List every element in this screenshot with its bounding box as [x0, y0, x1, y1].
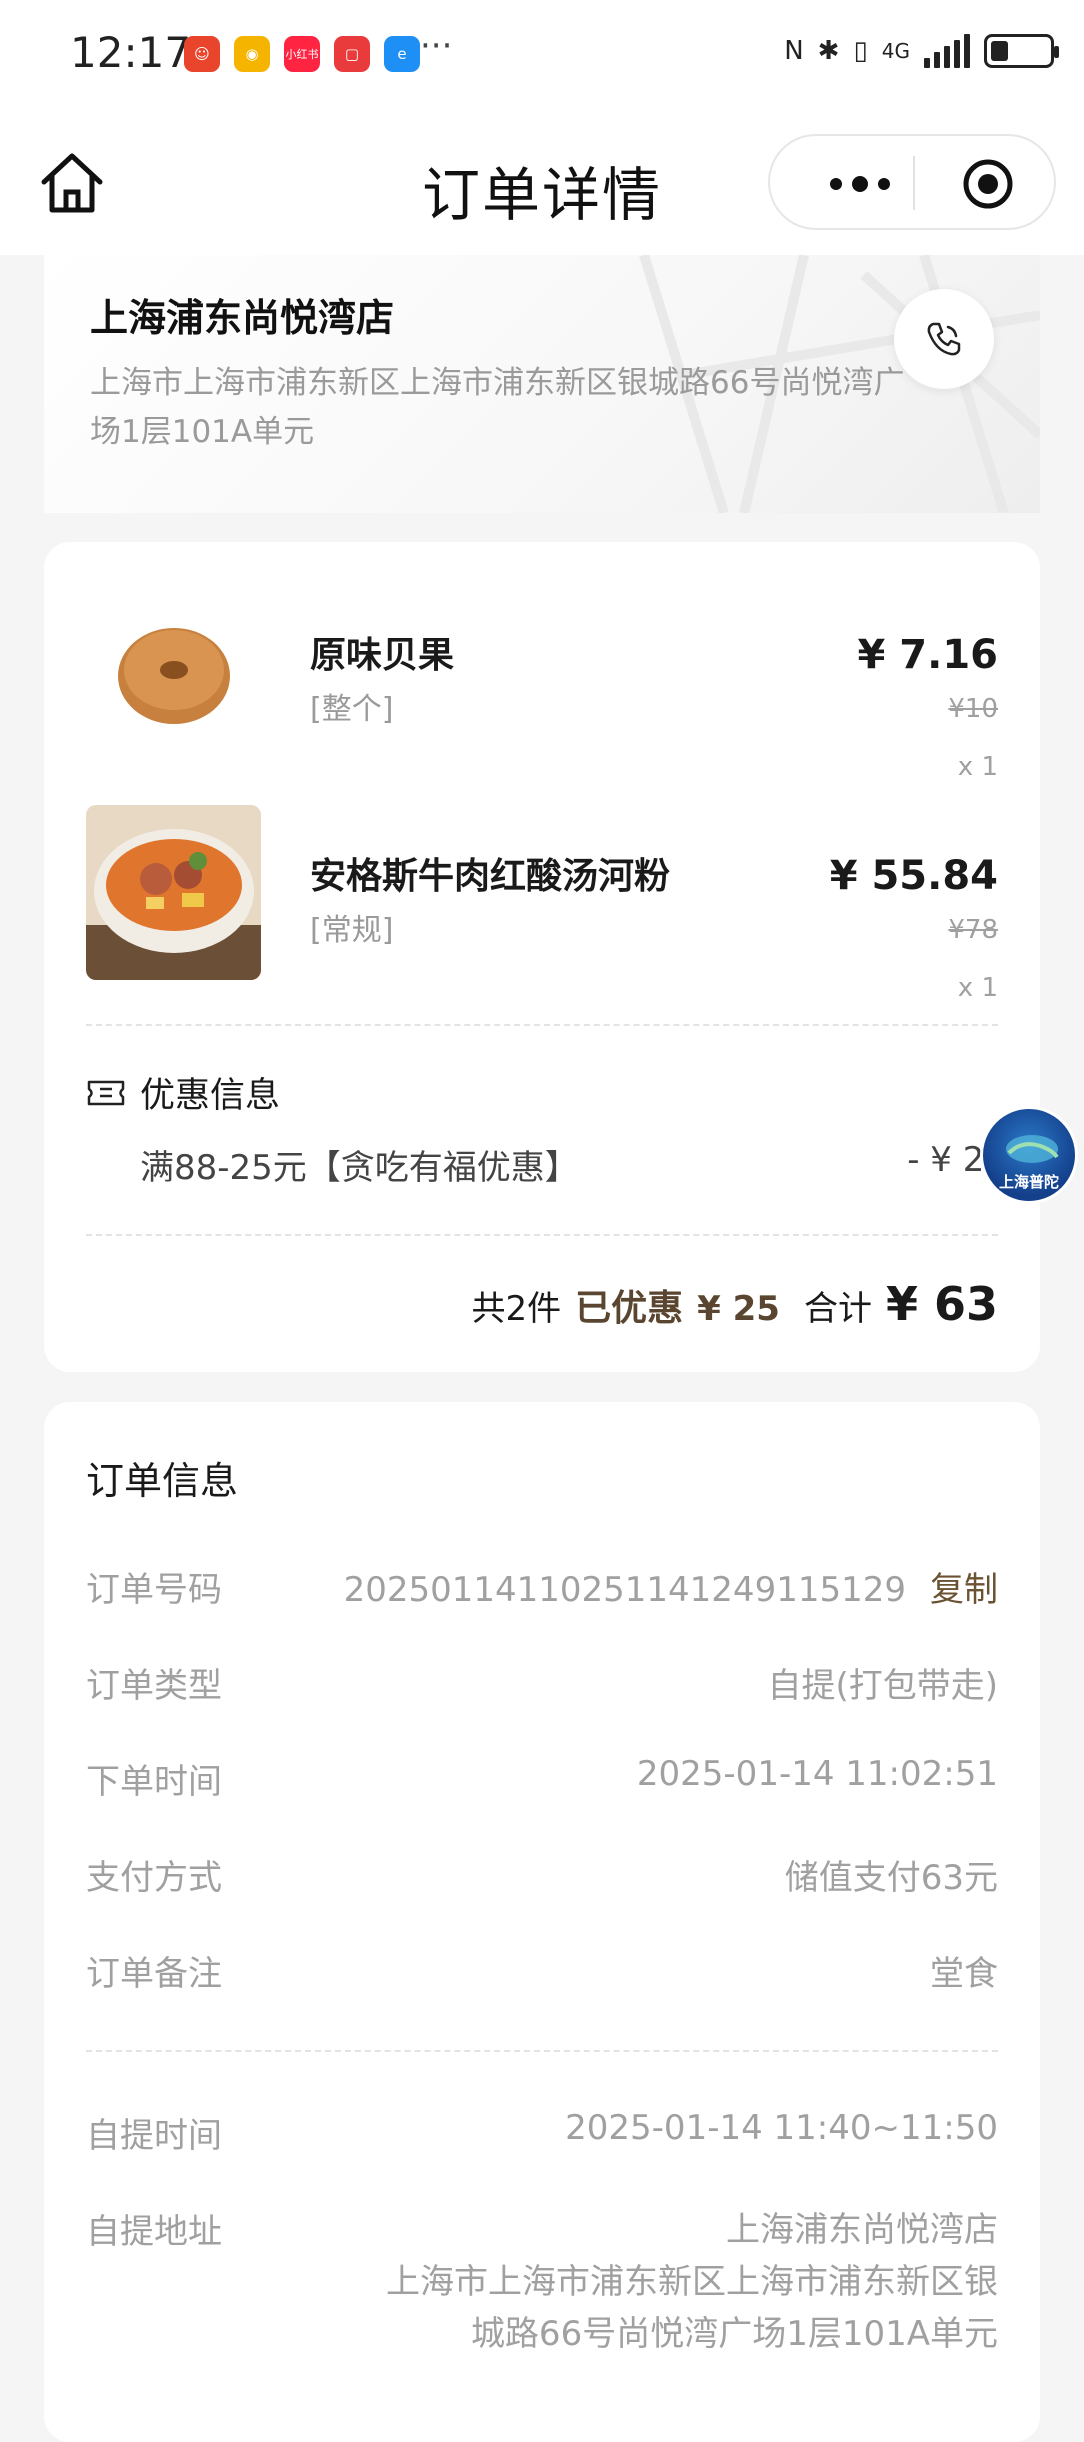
info-label: 自提地址 [86, 2212, 222, 2252]
status-time: 12:17 [70, 28, 192, 77]
item-name: 安格斯牛肉红酸汤河粉 [310, 856, 671, 897]
xiaohongshu-icon: 小红书 [284, 36, 320, 72]
order-item: 原味贝果 [整个] ¥ 7.16 ¥10 x 1 [44, 584, 1040, 784]
pickup-address: 上海浦东尚悦湾店 上海市上海市浦东新区上海市浦东新区银 城路66号尚悦湾广场1层… [298, 2204, 998, 2360]
store-address: 上海市上海市浦东新区上海市浦东新区银城路66号尚悦湾广场1层101A单元 [90, 365, 905, 450]
info-label: 订单号码 [86, 1570, 222, 1610]
info-label: 订单备注 [86, 1954, 222, 1994]
weibo-icon: ◉ [234, 36, 270, 72]
divider [86, 1234, 998, 1236]
pickup-address-line: 上海市上海市浦东新区上海市浦东新区银 [386, 2262, 998, 2302]
copy-button[interactable]: 复制 [930, 1570, 998, 1610]
order-number: 2025011411025114124911512​9 [343, 1570, 906, 1610]
nav-bar: 订单详情 [0, 110, 1084, 255]
item-price: ¥ 55.84 [829, 853, 998, 899]
info-value: 2025-01-14 11:40~11:50 [565, 2108, 998, 2148]
status-right-icons: N ✱ ▯ 4G [784, 34, 1059, 68]
info-value: 堂食 [930, 1954, 998, 1994]
status-app-icons: ☺ ◉ 小红书 ▢ e [184, 36, 420, 72]
phone-icon [927, 322, 961, 356]
info-label: 订单类型 [86, 1666, 222, 1706]
divider [86, 2050, 998, 2052]
info-row-order-type: 订单类型 自提(打包带走) [86, 1658, 998, 1718]
pickup-store-name: 上海浦东尚悦湾店 [726, 2210, 998, 2250]
item-name: 原味贝果 [310, 635, 455, 676]
total-label: 合计 [803, 1289, 872, 1329]
item-count: 共2件 [471, 1289, 562, 1329]
item-spec: [常规] [310, 913, 394, 948]
red-square-app-icon: ▢ [334, 36, 370, 72]
floating-badge[interactable]: 上海普陀 [980, 1106, 1078, 1204]
saved-label: 已优惠 [575, 1288, 684, 1329]
info-row-pickup-time: 自提时间 2025-01-14 11:40~11:50 [86, 2108, 998, 2168]
info-value: 自提(打包带走) [767, 1666, 998, 1706]
capsule-divider [913, 156, 915, 210]
more-dots-icon[interactable] [810, 164, 910, 204]
noodle-bowl-image [86, 805, 261, 980]
bagel-image [86, 584, 261, 759]
vibrate-icon: ▯ [853, 36, 868, 66]
eleme-icon: e [384, 36, 420, 72]
item-original-price: ¥10 [948, 694, 998, 724]
status-bar: 12:17 ☺ ◉ 小红书 ▢ e ··· N ✱ ▯ 4G [0, 0, 1084, 110]
promo-title-text: 优惠信息 [140, 1076, 281, 1116]
network-type: 4G [881, 39, 910, 63]
app-icon-red-cartoon: ☺ [184, 36, 220, 72]
item-price: ¥ 7.16 [857, 632, 998, 678]
total-value: ¥ 63 [885, 1277, 998, 1331]
bluetooth-icon: ✱ [817, 36, 840, 66]
nfc-icon: N [784, 36, 804, 66]
divider [86, 1024, 998, 1026]
order-info-card: 订单信息 订单号码 2025011411025114124911512​9 复制 … [44, 1402, 1040, 2442]
target-close-icon[interactable] [960, 156, 1016, 212]
coupon-icon [87, 1080, 125, 1105]
miniprogram-capsule [768, 134, 1056, 230]
promo-title: 优惠信息 [86, 1067, 280, 1118]
badge-text: 上海普陀 [998, 1173, 1059, 1191]
info-value: 储值支付63元 [784, 1858, 998, 1898]
signal-icon [924, 34, 970, 68]
item-quantity: x 1 [957, 973, 998, 1003]
info-label: 自提时间 [86, 2116, 222, 2156]
order-item: 安格斯牛肉红酸汤河粉 [常规] ¥ 55.84 ¥78 x 1 [44, 805, 1040, 1005]
order-info-heading: 订单信息 [86, 1459, 239, 1503]
info-row-remark: 订单备注 堂食 [86, 1946, 998, 2006]
battery-icon [984, 34, 1059, 68]
item-original-price: ¥78 [948, 915, 998, 945]
info-row-order-number: 订单号码 2025011411025114124911512​9 复制 [86, 1562, 998, 1622]
promo-description: 满88-25元【贪吃有福优惠】 [140, 1148, 579, 1188]
pickup-address-line: 城路66号尚悦湾广场1层101A单元 [470, 2314, 998, 2354]
store-name: 上海浦东尚悦湾店 [90, 296, 395, 340]
info-value: 2025011411025114124911512​9 复制 [344, 1562, 998, 1611]
call-store-button[interactable] [894, 289, 994, 389]
item-spec: [整个] [310, 692, 394, 727]
info-row-payment: 支付方式 储值支付63元 [86, 1850, 998, 1910]
saved-value: ¥ 25 [697, 1289, 780, 1329]
store-card: 上海浦东尚悦湾店 上海市上海市浦东新区上海市浦东新区银城路66号尚悦湾广场1层1… [44, 255, 1040, 513]
item-quantity: x 1 [957, 752, 998, 782]
status-more-icon: ··· [420, 26, 453, 66]
info-row-order-time: 下单时间 2025-01-14 11:02:51 [86, 1754, 998, 1814]
info-label: 支付方式 [86, 1858, 222, 1898]
info-row-pickup-address: 自提地址 上海浦东尚悦湾店 上海市上海市浦东新区上海市浦东新区银 城路66号尚悦… [86, 2204, 998, 2364]
order-summary: 共2件 已优惠 ¥ 25 合计 ¥ 63 [471, 1277, 998, 1331]
battery-level [991, 41, 1008, 61]
info-label: 下单时间 [86, 1762, 222, 1802]
order-items-card: 原味贝果 [整个] ¥ 7.16 ¥10 x 1 安格斯牛肉红酸汤河粉 [常规]… [44, 542, 1040, 1372]
info-value: 2025-01-14 11:02:51 [636, 1754, 998, 1794]
